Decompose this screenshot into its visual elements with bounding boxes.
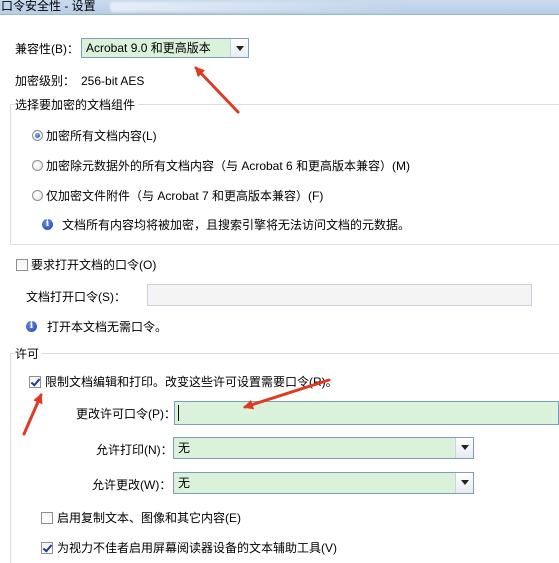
arrow-to-compatibility: [194, 66, 240, 114]
arrow-to-restrict-checkbox: [22, 393, 43, 436]
arrow-to-change-password: [243, 378, 331, 410]
annotation-arrows: [22, 66, 331, 436]
